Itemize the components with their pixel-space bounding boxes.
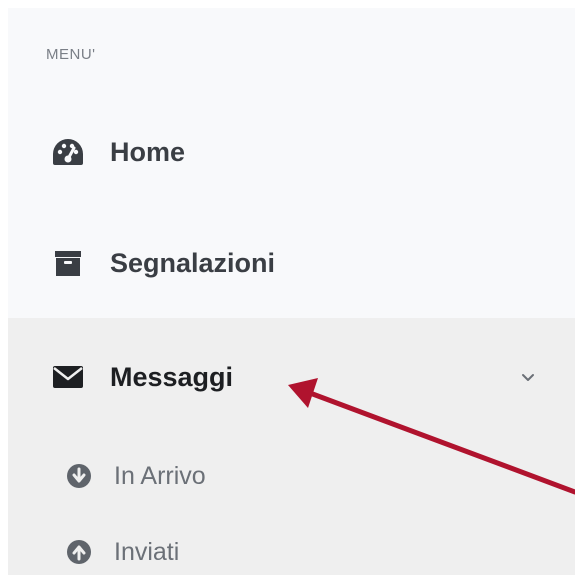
sidebar-subitem-inviati[interactable]: Inviati <box>8 527 575 575</box>
sidebar-item-label: Segnalazioni <box>110 247 276 278</box>
sidebar-group-messaggi: Messaggi In Arrivo Inviati <box>8 318 575 575</box>
arrow-circle-up-icon <box>66 539 92 565</box>
sidebar-subitem-label: In Arrivo <box>114 461 206 490</box>
sidebar-item-label: Messaggi <box>110 361 234 392</box>
sidebar-item-home[interactable]: Home <box>8 117 575 187</box>
sidebar-item-segnalazioni[interactable]: Segnalazioni <box>8 228 575 298</box>
sidebar: MENU' Home Segnalazioni Messaggi In Arri… <box>8 8 575 575</box>
envelope-icon <box>50 359 86 395</box>
arrow-circle-down-icon <box>66 463 92 489</box>
chevron-down-icon[interactable] <box>516 342 540 412</box>
sidebar-item-messaggi[interactable]: Messaggi <box>8 342 575 412</box>
menu-header: MENU' <box>46 46 96 63</box>
sidebar-subitem-in-arrivo[interactable]: In Arrivo <box>8 451 575 501</box>
archive-icon <box>50 245 86 281</box>
sidebar-subitem-label: Inviati <box>114 537 180 566</box>
dashboard-icon <box>50 134 86 170</box>
sidebar-item-label: Home <box>110 136 186 167</box>
